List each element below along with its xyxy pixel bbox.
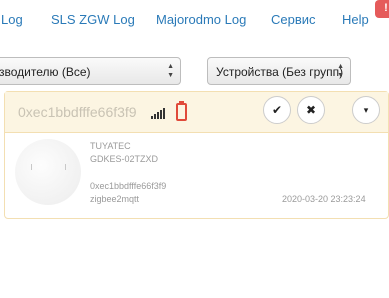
vendor-filter-select[interactable]: зводителю (Все) ▲ ▼ [0,57,181,85]
device-menu-button[interactable]: ▾ [352,96,380,124]
signal-icon [151,106,169,119]
device-vendor: TUYATEC [90,141,131,151]
group-filter-select[interactable]: Устройства (Без групп) ▲ ▼ [207,57,351,85]
vendor-filter-value: зводителю (Все) [0,65,91,79]
nav-service[interactable]: Сервис [271,12,316,27]
group-filter-value: Устройства (Без групп) [216,65,344,79]
device-last-seen: 2020-03-20 23:23:24 [282,194,366,204]
device-source: zigbee2mqtt [90,194,140,204]
select-arrows-icon: ▲ ▼ [337,63,344,79]
notification-badge[interactable]: ! [375,0,389,18]
device-card: 0xec1bbdfffe66f3f9 ✔ ✖ ▾ TUYATEC GDKES-0… [4,91,389,219]
nav-sls-zgw-log[interactable]: SLS ZGW Log [51,12,135,27]
nav-help[interactable]: Help [342,12,369,27]
battery-icon [176,101,187,121]
device-image [15,139,81,205]
confirm-button[interactable]: ✔ [263,96,291,124]
nav-majorodmo-log[interactable]: Majorodmo Log [156,12,246,27]
device-model: GDKES-02TZXD [90,154,159,164]
device-card-header: 0xec1bbdfffe66f3f9 ✔ ✖ ▾ [5,92,388,133]
device-id[interactable]: 0xec1bbdfffe66f3f9 [18,104,137,120]
delete-button[interactable]: ✖ [297,96,325,124]
top-nav: Log SLS ZGW Log Majorodmo Log Сервис Hel… [0,0,389,40]
select-arrows-icon: ▲ ▼ [167,63,174,79]
device-ieee: 0xec1bbdfffe66f3f9 [90,181,167,191]
nav-log[interactable]: Log [1,12,23,27]
